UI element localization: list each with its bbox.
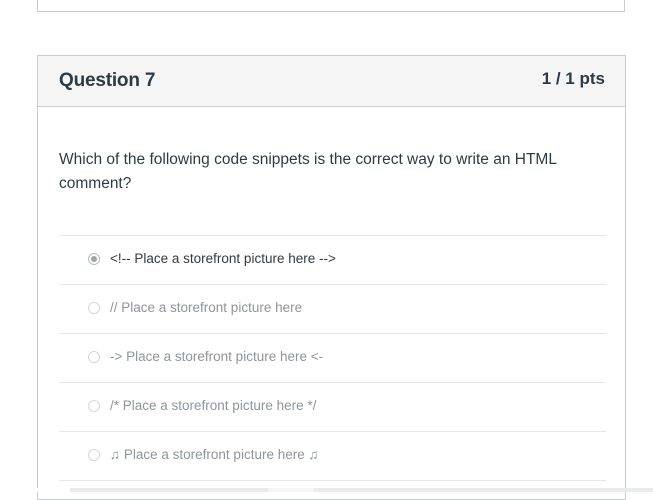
radio-button[interactable] <box>88 449 100 461</box>
answer-option[interactable]: /* Place a storefront picture here */ <box>59 383 606 432</box>
answer-option[interactable]: // Place a storefront picture here <box>59 285 606 334</box>
radio-button[interactable] <box>88 351 100 363</box>
previous-question-card <box>37 0 625 12</box>
question-card: Question 7 1 / 1 pts Which of the follow… <box>37 55 626 500</box>
horizontal-scrollbar[interactable] <box>0 488 653 492</box>
radio-button[interactable] <box>88 302 100 314</box>
question-text: Which of the following code snippets is … <box>59 151 557 192</box>
answer-option[interactable]: ♫ Place a storefront picture here ♫ <box>59 432 606 481</box>
answer-list: <!-- Place a storefront picture here -->… <box>59 235 606 481</box>
question-points: 1 / 1 pts <box>541 69 605 88</box>
scrollbar-thumb[interactable] <box>268 488 314 492</box>
answer-label: <!-- Place a storefront picture here --> <box>110 251 336 266</box>
answer-label: ♫ Place a storefront picture here ♫ <box>110 447 319 462</box>
answer-label: -> Place a storefront picture here <- <box>110 349 324 364</box>
scrollbar-segment <box>0 488 70 492</box>
answer-option[interactable]: -> Place a storefront picture here <- <box>59 334 606 383</box>
answer-option[interactable]: <!-- Place a storefront picture here --> <box>59 236 606 285</box>
question-header: Question 7 1 / 1 pts <box>38 56 625 107</box>
question-title: Question 7 <box>59 70 156 91</box>
answer-label: /* Place a storefront picture here */ <box>110 398 317 413</box>
answer-label: // Place a storefront picture here <box>110 300 303 315</box>
radio-button[interactable] <box>88 400 100 412</box>
radio-button-selected[interactable] <box>88 253 100 265</box>
